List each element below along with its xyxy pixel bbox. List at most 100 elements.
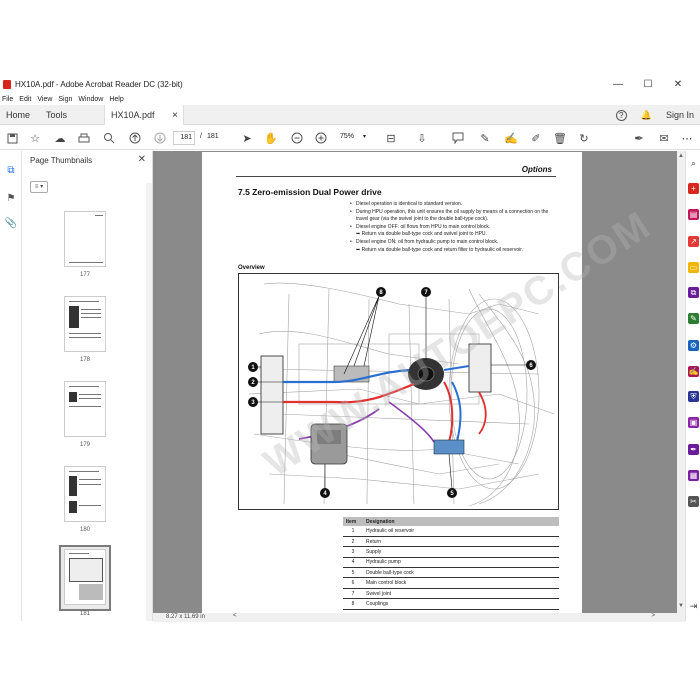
thumbnail-label: 180: [79, 527, 90, 533]
legend-item: 7: [343, 588, 363, 600]
menu-sign[interactable]: Sign: [58, 96, 72, 103]
maximize-button[interactable]: ☐: [633, 76, 663, 92]
cloud-upload-icon[interactable]: ☁: [52, 130, 68, 146]
create-pdf-icon[interactable]: +: [688, 183, 699, 194]
edit-pdf-icon[interactable]: ✎: [688, 313, 699, 324]
fill-sign-icon[interactable]: ✍: [688, 366, 699, 377]
comment-tool-icon[interactable]: ▭: [688, 262, 699, 273]
tab-home[interactable]: Home: [0, 105, 36, 125]
protect-icon[interactable]: ⛨: [688, 391, 699, 402]
fit-page-icon[interactable]: ⊟: [383, 130, 399, 146]
scroll-left-icon[interactable]: <: [233, 613, 237, 619]
email-icon[interactable]: ✉: [656, 130, 672, 146]
document-scrollbar[interactable]: ▲ ▼: [677, 151, 685, 613]
close-thumbnails-icon[interactable]: ✕: [138, 154, 146, 165]
scan-ocr-icon[interactable]: ⚙: [688, 340, 699, 351]
sign-in-button[interactable]: Sign In: [666, 110, 694, 120]
combine-files-icon[interactable]: ▤: [688, 209, 699, 220]
export-pdf-icon[interactable]: ↗: [688, 236, 699, 247]
zoom-in-icon[interactable]: [313, 130, 329, 146]
more-options-icon[interactable]: ⋯: [679, 130, 695, 146]
draw-icon[interactable]: ✍: [503, 130, 519, 146]
table-row: 3 Supply: [343, 546, 559, 558]
organize-pages-icon[interactable]: ⧉: [688, 287, 699, 298]
delete-icon[interactable]: 🗑: [552, 130, 568, 146]
search-icon[interactable]: ⌕: [688, 158, 699, 169]
thumbnails-scrollbar[interactable]: [146, 183, 152, 621]
menu-file[interactable]: File: [2, 96, 13, 103]
thumbnail-page-178[interactable]: [64, 296, 106, 352]
pdf-page: Options 7.5 Zero-emission Dual Power dri…: [202, 152, 659, 613]
bullet-item: During HPU operation, this unit ensures …: [350, 209, 570, 217]
save-icon[interactable]: [4, 130, 20, 146]
menu-help[interactable]: Help: [109, 96, 123, 103]
attachments-icon[interactable]: 📎: [4, 216, 18, 230]
thumbnail-page-181[interactable]: [64, 549, 106, 605]
legend-header-item: Item: [343, 517, 363, 526]
toolbar: ☆ ☁ 181 / 181 ➤ ✋ 75% ▾ ⊟ ⇩ ✎ ✍ ✐ 🗑 ↻ ✒ …: [0, 126, 700, 150]
legend-item: 3: [343, 546, 363, 558]
title-bar: HX10A.pdf - Adobe Acrobat Reader DC (32-…: [0, 76, 700, 92]
table-row: 2 Return: [343, 536, 559, 548]
next-page-icon[interactable]: [152, 130, 168, 146]
scroll-right-icon[interactable]: >: [651, 613, 655, 619]
page-thumbnails-icon[interactable]: ⧉: [4, 163, 18, 177]
menu-edit[interactable]: Edit: [19, 96, 31, 103]
select-cursor-icon[interactable]: ➤: [239, 130, 255, 146]
minimize-button[interactable]: —: [603, 76, 633, 92]
zoom-out-icon[interactable]: [289, 130, 305, 146]
prepare-form-icon[interactable]: ▦: [688, 470, 699, 481]
send-for-signature-icon[interactable]: ▣: [688, 417, 699, 428]
bookmark-star-icon[interactable]: ☆: [27, 130, 43, 146]
tab-tools[interactable]: Tools: [40, 105, 73, 125]
help-icon[interactable]: ?: [615, 109, 627, 121]
page-number-input[interactable]: 181: [173, 131, 195, 145]
bookmarks-icon[interactable]: ⚑: [4, 191, 18, 205]
legend-item: 6: [343, 577, 363, 589]
scroll-up-icon[interactable]: ▲: [678, 153, 684, 161]
menu-view[interactable]: View: [37, 96, 52, 103]
thumbnail-label: 181: [79, 611, 90, 617]
header-rule: [236, 176, 556, 177]
tab-document-label: HX10A.pdf: [111, 110, 155, 120]
legend-item: 2: [343, 536, 363, 548]
thumbnail-options-button[interactable]: ≡ ▾: [30, 181, 48, 193]
document-viewer[interactable]: Options 7.5 Zero-emission Dual Power dri…: [153, 151, 677, 613]
thumbnails-panel: Page Thumbnails ✕ ≡ ▾ 177 178 179 180 18…: [22, 151, 153, 621]
menu-window[interactable]: Window: [78, 96, 103, 103]
request-signature-icon[interactable]: ✒: [688, 444, 699, 455]
previous-page-icon[interactable]: [127, 130, 143, 146]
thumbnail-page-177[interactable]: [64, 211, 106, 267]
tab-document[interactable]: HX10A.pdf ×: [104, 105, 184, 125]
thumbnail-label: 178: [79, 357, 90, 363]
table-row: 4 Hydraulic pump: [343, 557, 559, 569]
scroll-down-icon[interactable]: ▼: [678, 603, 684, 611]
thumbnail-page-179[interactable]: [64, 381, 106, 437]
sign-icon[interactable]: ✒: [631, 130, 647, 146]
scroll-mode-icon[interactable]: ⇩: [414, 130, 430, 146]
legend-item: 5: [343, 567, 363, 579]
close-window-button[interactable]: ✕: [663, 76, 693, 92]
right-tools-pane: ⌕ + ▤ ↗ ▭ ⧉ ✎ ⚙ ✍ ⛨ ▣ ✒ ▦ ✂ ⇥: [685, 151, 700, 621]
stamp-icon[interactable]: ✐: [528, 130, 544, 146]
zoom-level-select[interactable]: 75%: [340, 133, 354, 140]
legend-item: 8: [343, 598, 363, 610]
bell-icon[interactable]: 🔔: [641, 110, 652, 121]
highlight-pen-icon[interactable]: ✎: [477, 130, 493, 146]
close-tab-icon[interactable]: ×: [172, 110, 178, 121]
hand-tool-icon[interactable]: ✋: [263, 130, 279, 146]
legend-header-designation: Designation: [363, 517, 559, 526]
zoom-dropdown-icon[interactable]: ▾: [363, 133, 366, 140]
more-tools-icon[interactable]: ✂: [688, 496, 699, 507]
bullet-list: Diesel operation is identical to standar…: [350, 201, 570, 254]
zoom-search-icon[interactable]: [101, 130, 117, 146]
comment-icon[interactable]: [450, 130, 466, 146]
thumbnail-page-180[interactable]: [64, 466, 106, 522]
overview-label: Overview: [238, 265, 265, 271]
print-icon[interactable]: [76, 130, 92, 146]
legend-item: 1: [343, 526, 363, 537]
tab-bar: Home Tools HX10A.pdf × ? 🔔 Sign In: [0, 105, 700, 125]
rotate-icon[interactable]: ↻: [576, 130, 592, 146]
page-size-label: 8.27 x 11.69 in: [166, 614, 205, 620]
collapse-pane-icon[interactable]: ⇥: [688, 601, 699, 612]
